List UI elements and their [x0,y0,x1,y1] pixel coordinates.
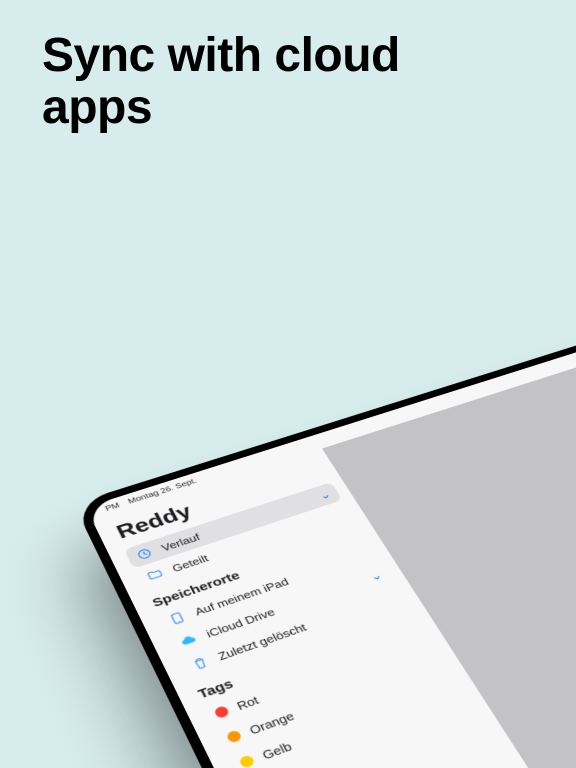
device-stage: PM Montag 26. Sept. ••• Reddy Verlau [0,0,576,768]
tag-label: Lila [300,752,502,768]
trash-icon [188,653,213,673]
icloud-icon [176,631,200,650]
tag-label: Grün [273,703,471,768]
status-time-suffix: PM [104,501,121,512]
ipad-screen: PM Montag 26. Sept. ••• Reddy Verlau [86,312,576,768]
clock-icon [133,545,156,563]
folder-icon [143,566,166,584]
ipad-icon [165,609,189,628]
tags-heading: Tags [196,611,422,702]
tag-item-gruen[interactable]: Grün [240,695,482,768]
tag-color-dot [238,754,255,768]
chevron-down-icon: ⌄ [316,488,333,502]
tag-item-gelb[interactable]: Gelb [227,672,467,768]
chevron-down-icon: ⌄ [367,568,385,584]
tag-item-blau[interactable]: Blau [253,719,498,768]
tag-item-orange[interactable]: Orange [214,649,451,753]
tag-label: Blau [286,727,486,768]
tag-color-dot [213,705,230,719]
ipad-device: PM Montag 26. Sept. ••• Reddy Verlau [73,305,576,768]
tag-color-dot [226,729,243,743]
tag-item-lila[interactable]: Lila [266,744,513,768]
tag-label: Gelb [260,680,456,762]
